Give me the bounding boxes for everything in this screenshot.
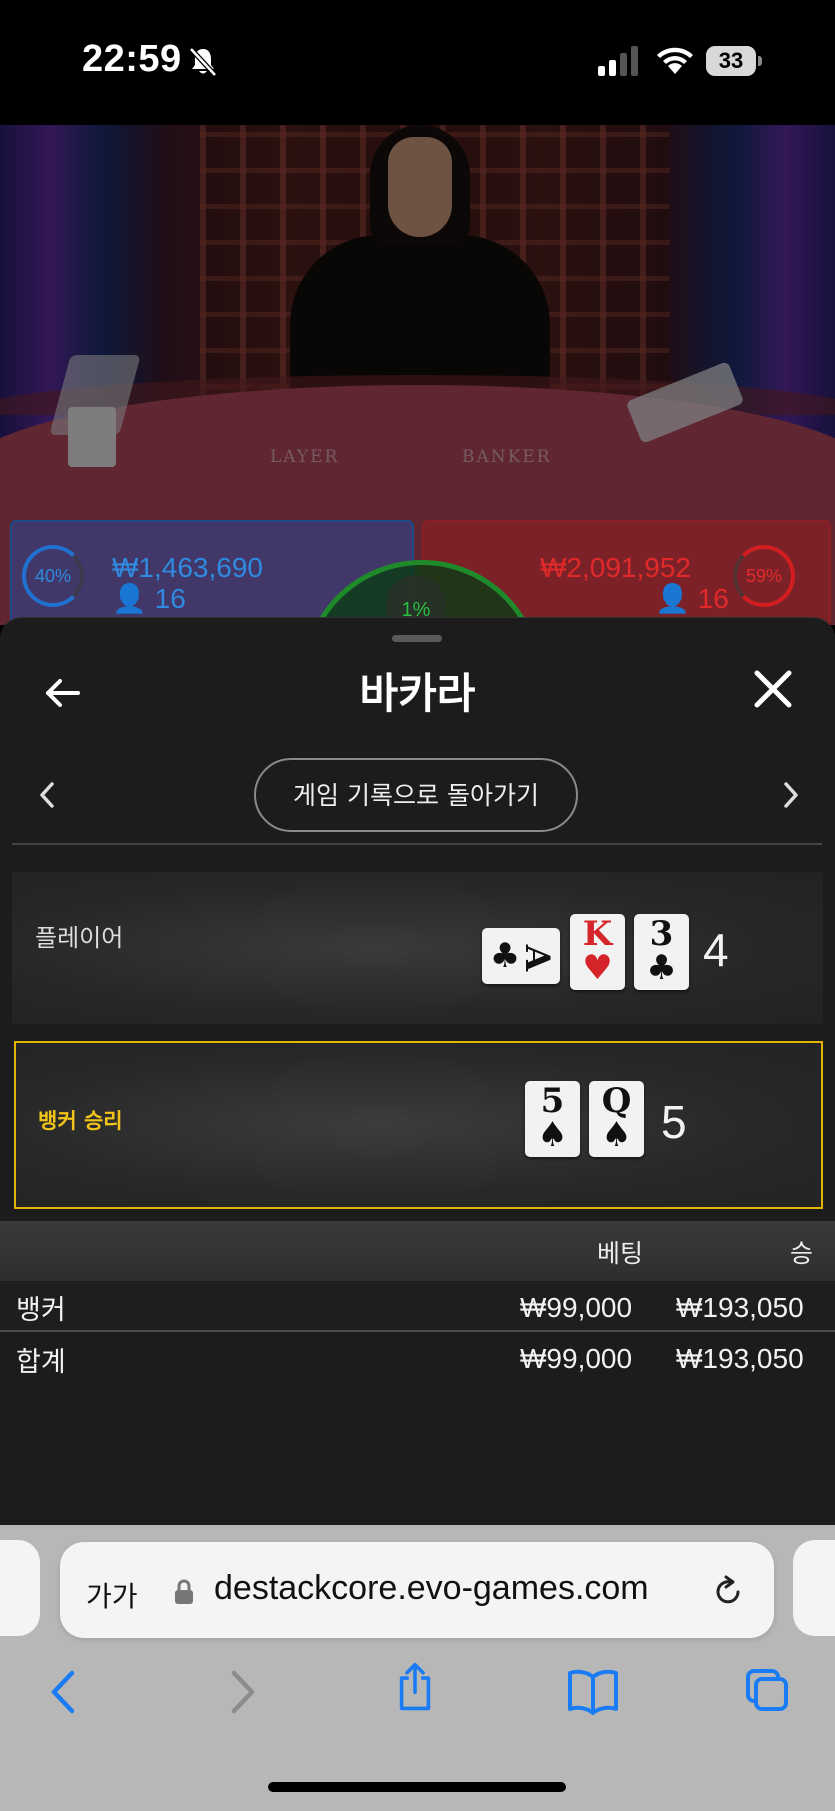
player-bettor-count: 👤 16	[112, 582, 186, 615]
browser-back-icon[interactable]	[42, 1667, 88, 1717]
total-win-amount: ₩193,050	[676, 1343, 804, 1374]
player-card-3: 3 ♣	[634, 914, 689, 990]
card-rank: Q	[601, 1081, 632, 1121]
wifi-icon	[657, 47, 693, 74]
spade-suit-icon: ♠	[537, 1115, 568, 1155]
cellular-signal-icon	[598, 46, 638, 76]
share-icon[interactable]	[392, 1662, 438, 1712]
player-total-amount: ₩1,463,690	[112, 552, 263, 583]
bell-muted-icon	[189, 47, 217, 77]
close-icon[interactable]	[752, 668, 794, 710]
user-icon: 👤	[655, 583, 690, 614]
player-count-value: 16	[154, 583, 186, 614]
game-history-sheet: 바카라 게임 기록으로 돌아가기 플레이어 A ♣ K ♥ 3 ♣ 4 뱅커 승…	[0, 617, 835, 1528]
player-card-1: A ♣	[482, 928, 560, 984]
column-header-win: 승	[790, 1239, 814, 1268]
banker-card-1: 5 ♠	[525, 1081, 580, 1157]
next-tab-peek[interactable]	[793, 1540, 835, 1636]
card-rank: K	[582, 914, 613, 954]
total-bet-amount: ₩99,000	[520, 1343, 633, 1374]
spade-suit-icon: ♠	[601, 1115, 632, 1155]
back-to-history-button[interactable]: 게임 기록으로 돌아가기	[254, 758, 578, 832]
player-hand-row	[12, 872, 823, 1024]
browser-forward-icon[interactable]	[218, 1667, 264, 1717]
banker-percent: 59%	[733, 545, 795, 607]
status-bar: 22:59 33	[0, 0, 835, 125]
banker-bettor-count: 👤 16	[655, 582, 729, 615]
previous-tab-peek[interactable]	[0, 1540, 40, 1636]
user-icon: 👤	[112, 583, 147, 614]
lock-icon	[175, 1579, 193, 1604]
bookmarks-icon[interactable]	[566, 1667, 620, 1717]
banker-count-value: 16	[697, 583, 729, 614]
sheet-drag-handle[interactable]	[392, 635, 442, 642]
club-suit-icon: ♣	[489, 936, 521, 976]
player-card-2: K ♥	[570, 914, 625, 990]
banker-total-amount: ₩2,091,952	[540, 552, 691, 583]
bets-table-header	[0, 1221, 835, 1281]
banker-hand-row-winner	[14, 1041, 823, 1209]
next-round-chevron-icon[interactable]	[780, 780, 802, 810]
home-indicator[interactable]	[268, 1782, 566, 1792]
tabs-icon[interactable]	[744, 1665, 790, 1715]
column-header-bet: 베팅	[597, 1239, 644, 1268]
card-rank: 5	[540, 1081, 565, 1121]
divider	[12, 843, 822, 845]
player-score: 4	[703, 924, 729, 976]
player-hand-label: 플레이어	[35, 924, 124, 952]
row-bet-amount: ₩99,000	[520, 1292, 633, 1323]
status-time: 22:59	[82, 38, 182, 80]
reload-icon[interactable]	[710, 1574, 746, 1610]
row-label: 뱅커	[16, 1295, 66, 1326]
battery-level: 33	[706, 46, 756, 76]
card-rank: A	[517, 944, 557, 972]
banker-win-label: 뱅커 승리	[38, 1109, 123, 1133]
url-text[interactable]: destackcore.evo-games.com	[214, 1569, 649, 1608]
battery-icon: 33	[706, 46, 764, 76]
total-row-label: 합계	[16, 1347, 66, 1378]
prev-round-chevron-icon[interactable]	[36, 780, 58, 810]
player-percent: 40%	[22, 545, 84, 607]
row-win-amount: ₩193,050	[676, 1292, 804, 1323]
sheet-title: 바카라	[359, 669, 476, 718]
banker-score: 5	[661, 1096, 687, 1148]
club-suit-icon: ♣	[646, 948, 677, 988]
text-size-button[interactable]: 가가	[86, 1575, 138, 1615]
heart-suit-icon: ♥	[582, 948, 613, 988]
card-rank: 3	[649, 914, 674, 954]
banker-card-2: Q ♠	[589, 1081, 644, 1157]
